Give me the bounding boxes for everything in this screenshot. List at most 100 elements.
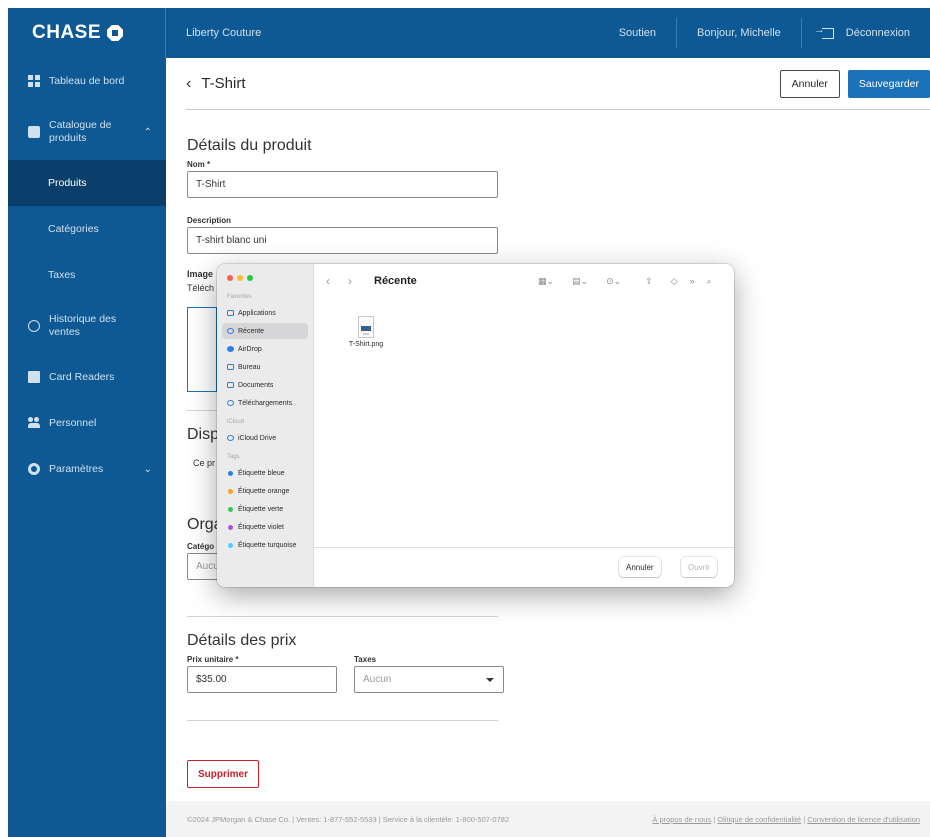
file-picker-sidebar: Favorites Applications Récente AirDrop B… [217, 264, 314, 587]
privacy-link[interactable]: Olitique de confidentialité [717, 815, 801, 824]
sidebar-item-catalog[interactable]: Catalogue de produits ⌃ [8, 104, 166, 160]
image-label: Image [187, 269, 214, 279]
file-item[interactable]: T-Shirt.png [344, 316, 388, 348]
tag-orange[interactable]: Étiquette orange [222, 483, 308, 499]
box-icon [28, 126, 40, 138]
png-file-icon [358, 316, 374, 338]
zoom-window-icon[interactable] [247, 275, 253, 281]
sidebar-item-label: Personnel [49, 417, 97, 429]
caret-down-icon [486, 678, 494, 682]
turquoise-dot-icon [228, 542, 233, 548]
section-title-details: Détails du produit [187, 137, 312, 154]
cancel-button[interactable]: Annuler [779, 69, 840, 98]
sidebar-downloads[interactable]: Téléchargements [222, 395, 308, 411]
sidebar-item-categories[interactable]: Catégories [8, 206, 166, 252]
share-icon[interactable]: ⇪ [645, 276, 653, 287]
image-hint: Téléch [187, 283, 215, 293]
merchant-name: Liberty Couture [186, 27, 262, 39]
section-title-availability: Disp [187, 426, 220, 443]
item-label: Étiquette bleue [238, 469, 285, 477]
group-view-icon[interactable]: ▤⌄ [572, 276, 588, 287]
sidebar-documents[interactable]: Documents [222, 377, 308, 393]
sidebar-item-sales-history[interactable]: Historique des ventes [8, 298, 166, 354]
calculator-icon [28, 371, 40, 383]
section-title-pricing: Détails des prix [187, 632, 297, 649]
chevron-down-icon: ⌄ [143, 463, 152, 475]
dashboard-icon [28, 75, 40, 87]
sidebar-item-dashboard[interactable]: Tableau de bord [8, 58, 166, 104]
tag-turquoise[interactable]: Étiquette turquoise [222, 537, 308, 553]
license-link[interactable]: Convention de licence d'utilisation [807, 815, 920, 824]
sidebar-recents[interactable]: Récente [222, 323, 308, 339]
item-label: Étiquette turquoise [238, 541, 297, 549]
name-field[interactable]: T-Shirt [187, 171, 498, 198]
sidebar-item-label: Catalogue de produits [49, 118, 112, 144]
sidebar-item-staff[interactable]: Personnel [8, 400, 166, 446]
item-label: Étiquette orange [238, 487, 290, 495]
blue-dot-icon [228, 470, 233, 476]
logout-button[interactable]: Déconnexion [800, 18, 930, 48]
sidebar-item-taxes[interactable]: Taxes [8, 252, 166, 298]
user-greeting[interactable]: Bonjour, Michelle [676, 18, 801, 48]
sidebar-desktop[interactable]: Bureau [222, 359, 308, 375]
tag-icon[interactable]: ◇ [671, 276, 678, 287]
logout-icon [814, 24, 834, 39]
gear-icon [28, 463, 40, 475]
clock-icon [227, 328, 234, 334]
tag-blue[interactable]: Étiquette bleue [222, 465, 308, 481]
description-label: Description [187, 216, 232, 225]
more-toolbar-icon[interactable]: » [690, 276, 695, 286]
sidebar-item-settings[interactable]: Paramètres ⌄ [8, 446, 166, 492]
unit-price-label: Prix unitaire * [187, 655, 239, 664]
tax-select[interactable]: Aucun [354, 666, 504, 693]
sidebar-airdrop[interactable]: AirDrop [222, 341, 308, 357]
file-list: T-Shirt.png [314, 298, 734, 547]
tag-purple[interactable]: Étiquette violet [222, 519, 308, 535]
document-icon [227, 382, 234, 388]
search-icon[interactable]: ⌕ [707, 276, 712, 287]
sidebar-item-label: Card Readers [49, 371, 115, 383]
description-field[interactable]: T-shirt blanc uni [187, 227, 498, 254]
forward-icon[interactable]: › [348, 274, 362, 288]
item-label: Étiquette violet [238, 523, 284, 531]
desktop-icon [227, 364, 234, 370]
chase-logo[interactable]: CHASE [8, 8, 166, 58]
support-link[interactable]: Soutien [599, 18, 676, 48]
category-label: Catégo [187, 542, 215, 551]
chase-octagon-icon [107, 25, 124, 41]
favorites-heading: Favorites [227, 294, 252, 300]
item-label: iCloud Drive [238, 434, 277, 442]
footer-links: À propos de nous | Olitique de confident… [652, 814, 920, 824]
item-label: Téléchargements [238, 399, 293, 407]
back-chevron-icon[interactable]: ‹ [186, 75, 191, 93]
unit-price-field[interactable]: $35.00 [187, 666, 337, 693]
back-icon[interactable]: ‹ [326, 274, 340, 288]
save-button[interactable]: Sauvegarder [847, 69, 930, 98]
about-link[interactable]: À propos de nous [652, 815, 711, 824]
page-title: T-Shirt [201, 75, 246, 92]
dialog-open-button[interactable]: Ouvrir [681, 557, 717, 577]
sidebar: Tableau de bord Catalogue de produits ⌃ … [8, 58, 166, 837]
sidebar-applications[interactable]: Applications [222, 305, 308, 321]
dialog-cancel-button[interactable]: Annuler [619, 557, 661, 577]
file-name: T-Shirt.png [348, 341, 384, 348]
orange-dot-icon [228, 488, 233, 494]
tag-green[interactable]: Étiquette verte [222, 501, 308, 517]
footer: ©2024 JPMorgan & Chase Co. | Ventes: 1-8… [166, 801, 930, 837]
history-icon [28, 320, 40, 332]
more-options-icon[interactable]: ⊙⌄ [606, 276, 621, 287]
footer-copyright: ©2024 JPMorgan & Chase Co. | Ventes: 1-8… [187, 814, 510, 824]
sidebar-item-label: Paramètres [49, 463, 104, 475]
delete-button[interactable]: Supprimer [187, 760, 260, 788]
image-dropzone[interactable] [187, 307, 217, 392]
sidebar-icloud-drive[interactable]: iCloud Drive [222, 430, 308, 446]
sidebar-item-products[interactable]: Produits [8, 160, 166, 206]
sidebar-item-card-readers[interactable]: Card Readers [8, 354, 166, 400]
minimize-window-icon[interactable] [237, 275, 243, 281]
close-window-icon[interactable] [227, 275, 233, 281]
availability-text: Ce pr [193, 458, 216, 468]
chevron-up-icon: ⌃ [143, 126, 152, 138]
name-label: Nom * [187, 160, 211, 169]
tax-select-value: Aucun [363, 674, 392, 685]
grid-view-icon[interactable]: ▦⌄ [538, 276, 554, 287]
